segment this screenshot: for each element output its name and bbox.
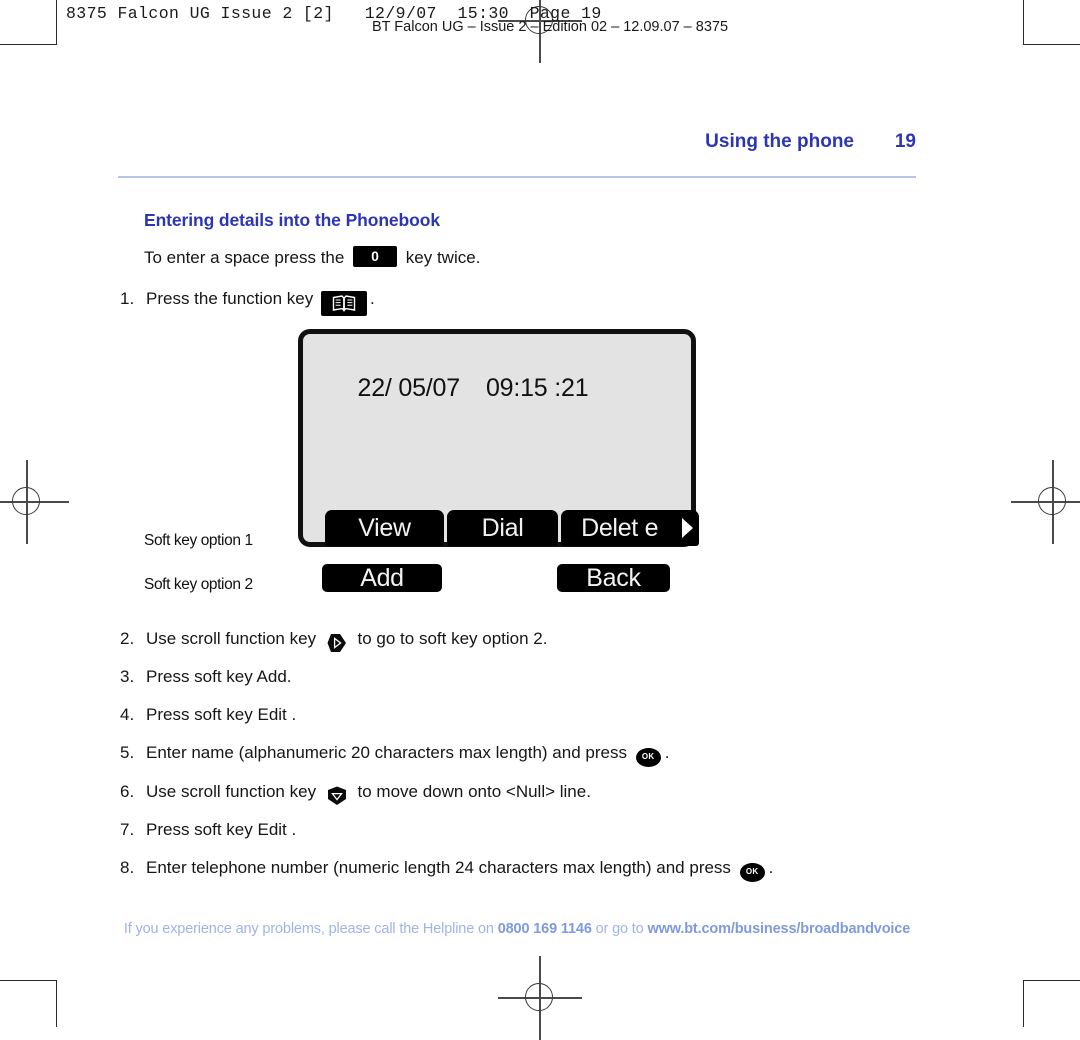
step-text-before: Press the function key bbox=[146, 288, 318, 308]
softkey-view[interactable]: View bbox=[325, 510, 445, 546]
ok-key-label: OK bbox=[641, 751, 655, 761]
step-number: 1. bbox=[120, 288, 135, 308]
step-8: 8. Enter telephone number (numeric length… bbox=[120, 858, 774, 882]
handset-lcd-display: 22/ 05/07 09:15 :21 View Dial Delet e bbox=[298, 329, 699, 547]
step-5: 5. Enter name (alphanumeric 20 characters… bbox=[120, 743, 670, 767]
footer-text-before: If you experience any problems, please c… bbox=[123, 921, 498, 937]
ok-key-icon: OK bbox=[635, 747, 661, 767]
step-3: 3. Press soft key Add. bbox=[120, 667, 292, 687]
step-text-before: Enter telephone number (numeric length 2… bbox=[146, 858, 736, 877]
step-4: 4. Press soft key Edit . bbox=[120, 705, 296, 725]
softkey-add[interactable]: Add bbox=[322, 564, 442, 592]
callout-soft-key-option-2: Soft key option 2 bbox=[144, 576, 253, 593]
step-text-after: to go to soft key option 2. bbox=[352, 629, 548, 648]
step-number: 8. bbox=[120, 858, 135, 877]
lcd-time: 09:15 :21 bbox=[485, 374, 589, 402]
softkey-dial[interactable]: Dial bbox=[447, 510, 559, 546]
step-number: 3. bbox=[120, 667, 135, 686]
step-number: 7. bbox=[120, 820, 135, 839]
callout-soft-key-option-1: Soft key option 1 bbox=[144, 532, 253, 549]
step-2: 2. Use scroll function key to go to soft … bbox=[120, 628, 548, 652]
step-number: 6. bbox=[120, 782, 135, 801]
step-7: 7. Press soft key Edit . bbox=[120, 820, 296, 840]
step-text-after: . bbox=[768, 858, 774, 877]
section-heading: Entering details into the Phonebook bbox=[144, 210, 440, 230]
running-head-title: Using the phone bbox=[705, 131, 854, 152]
step-text-after: to move down onto <Null> line. bbox=[352, 782, 591, 801]
step-text-after: . bbox=[369, 288, 375, 308]
page-footer: If you experience any problems, please c… bbox=[118, 921, 916, 937]
right-arrow-icon[interactable] bbox=[678, 510, 699, 546]
step-text-before: Use scroll function key bbox=[146, 629, 321, 648]
footer-text-middle: or go to bbox=[591, 921, 648, 937]
manual-page: Using the phone 19 Entering details into… bbox=[0, 0, 1080, 1027]
header-divider bbox=[118, 176, 916, 178]
step-1: 1. Press the function key . bbox=[120, 286, 375, 316]
scroll-right-icon bbox=[326, 632, 348, 654]
intro-text-before: To enter a space press the bbox=[144, 247, 350, 267]
ok-key-icon: OK bbox=[739, 862, 765, 882]
step-text-before: Use scroll function key bbox=[146, 782, 321, 801]
step-number: 4. bbox=[120, 705, 135, 724]
phonebook-book-icon bbox=[320, 291, 367, 316]
softkey-back[interactable]: Back bbox=[557, 564, 670, 592]
ok-key-label: OK bbox=[745, 866, 759, 876]
step-number: 5. bbox=[120, 743, 135, 762]
step-number: 2. bbox=[120, 629, 135, 648]
scroll-down-icon bbox=[326, 785, 348, 807]
lcd-date: 22/ 05/07 bbox=[357, 374, 460, 402]
step-6: 6. Use scroll function key to move down o… bbox=[120, 781, 591, 805]
zero-key-chip: 0 bbox=[353, 246, 398, 267]
intro-text-after: key twice. bbox=[401, 247, 481, 267]
step-text-before: Enter name (alphanumeric 20 characters m… bbox=[146, 743, 632, 762]
step-text-before: Press soft key Edit . bbox=[146, 705, 297, 724]
lcd-softkey-bar-row1: View Dial Delet e bbox=[325, 510, 699, 546]
step-text-before: Press soft key Add. bbox=[146, 667, 292, 686]
softkey-delete[interactable]: Delet e bbox=[561, 510, 679, 546]
lcd-status-line: 22/ 05/07 09:15 :21 bbox=[317, 345, 588, 432]
page-number: 19 bbox=[894, 131, 916, 152]
helpline-number: 0800 169 1146 bbox=[497, 921, 592, 937]
lcd-softkey-bar-row2: Add Back bbox=[322, 564, 672, 592]
step-text-after: . bbox=[664, 743, 670, 762]
step-text-before: Press soft key Edit . bbox=[146, 820, 297, 839]
intro-paragraph: To enter a space press the 0 key twice. bbox=[144, 246, 481, 268]
helpline-url[interactable]: www.bt.com/business/broadbandvoice bbox=[647, 921, 910, 937]
running-head: Using the phone 19 bbox=[118, 131, 916, 153]
